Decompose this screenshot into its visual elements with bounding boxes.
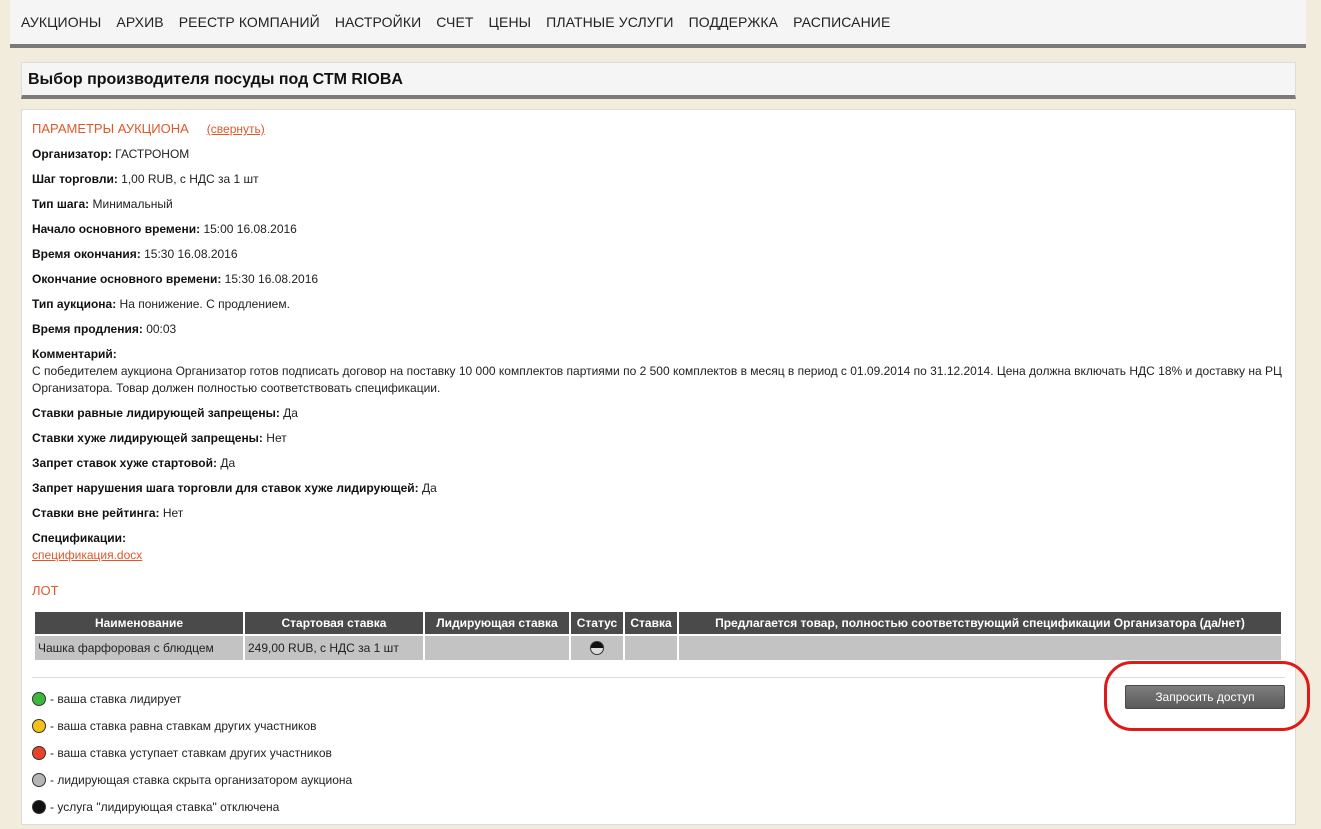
field-label: Начало основного времени:: [32, 222, 201, 236]
nav-archive[interactable]: АРХИВ: [116, 14, 163, 30]
field-step-violation: Запрет нарушения шага торговли для ставо…: [32, 480, 1282, 497]
red-dot-icon: [32, 746, 46, 760]
field-step: Шаг торговли: 1,00 RUB, с НДС за 1 шт: [32, 171, 1282, 188]
params-heading-text: ПАРАМЕТРЫ АУКЦИОНА: [32, 121, 189, 136]
field-label: Окончание основного времени:: [32, 272, 222, 286]
legend-item-leading: - ваша ставка лидирует: [32, 692, 181, 706]
field-value: Нет: [162, 506, 184, 520]
field-value: Да: [283, 406, 298, 420]
spec-file-link[interactable]: спецификация.docx: [32, 548, 142, 562]
legend-text: - ваша ставка уступает ставкам других уч…: [50, 746, 332, 760]
nav-settings[interactable]: НАСТРОЙКИ: [335, 14, 421, 30]
field-value: ГАСТРОНОМ: [115, 147, 190, 161]
legend-item-equal: - ваша ставка равна ставкам других участ…: [32, 719, 317, 733]
field-organizer: Организатор: ГАСТРОНОМ: [32, 146, 1282, 163]
legend-text: - лидирующая ставка скрыта организатором…: [50, 773, 353, 787]
field-value: Да: [220, 456, 236, 470]
cell-name: Чашка фарфоровая с блюдцем: [35, 636, 243, 660]
legend-item-disabled: - услуга "лидирующая ставка" отключена: [32, 800, 279, 814]
field-value: 15:30 16.08.2016: [144, 247, 238, 261]
yellow-dot-icon: [32, 719, 46, 733]
lot-heading: ЛОТ: [32, 583, 59, 598]
cell-leading-bid: [425, 636, 569, 660]
grey-dot-icon: [32, 773, 46, 787]
green-dot-icon: [32, 692, 46, 706]
field-value: Да: [421, 481, 437, 495]
field-label: Время окончания:: [32, 247, 141, 261]
nav-support[interactable]: ПОДДЕРЖКА: [689, 14, 778, 30]
field-label: Организатор:: [32, 147, 112, 161]
field-value: 15:00 16.08.2016: [203, 222, 297, 236]
field-label: Тип аукциона:: [32, 297, 117, 311]
field-label: Время продления:: [32, 322, 143, 336]
col-status: Статус: [571, 612, 623, 634]
field-step-type: Тип шага: Минимальный: [32, 196, 1282, 213]
field-equal-forbidden: Ставки равные лидирующей запрещены: Да: [32, 405, 1282, 422]
field-label: Комментарий:: [32, 347, 117, 361]
field-value: 1,00 RUB, с НДС за 1 шт: [121, 172, 259, 186]
field-value: Нет: [266, 431, 287, 445]
col-leading-bid: Лидирующая ставка: [425, 612, 569, 634]
black-dot-icon: [32, 800, 46, 814]
field-label: Спецификации:: [32, 531, 127, 545]
field-main-start: Начало основного времени: 15:00 16.08.20…: [32, 221, 1282, 238]
col-start-bid: Стартовая ставка: [245, 612, 423, 634]
legend-text: - услуга "лидирующая ставка" отключена: [50, 800, 280, 814]
cell-compliance: [679, 636, 1281, 660]
field-label: Ставки хуже лидирующей запрещены:: [32, 431, 263, 445]
field-label: Тип шага:: [32, 197, 90, 211]
field-comment: Комментарий: С победителем аукциона Орга…: [32, 346, 1282, 397]
field-worse-start-forbidden: Запрет ставок хуже стартовой: Да: [32, 455, 1282, 472]
field-label: Шаг торговли:: [32, 172, 118, 186]
cell-bid: [625, 636, 677, 660]
nav-paid-services[interactable]: ПЛАТНЫЕ УСЛУГИ: [546, 14, 673, 30]
field-end-time: Время окончания: 15:30 16.08.2016: [32, 246, 1282, 263]
comment-text: С победителем аукциона Организатор готов…: [32, 364, 1282, 395]
field-value: 00:03: [146, 322, 177, 336]
nav-schedule[interactable]: РАСПИСАНИЕ: [793, 14, 890, 30]
legend-text: - ваша ставка лидирует: [50, 692, 182, 706]
lot-table: Наименование Стартовая ставка Лидирующая…: [33, 610, 1283, 662]
field-off-rating: Ставки вне рейтинга: Нет: [32, 505, 1282, 522]
field-main-end: Окончание основного времени: 15:30 16.08…: [32, 271, 1282, 288]
status-dot-icon: [590, 641, 604, 656]
field-value: 15:30 16.08.2016: [224, 272, 319, 286]
auction-panel: ПАРАМЕТРЫ АУКЦИОНА (свернуть) Организатор…: [21, 109, 1296, 825]
cell-start-bid: 249,00 RUB, с НДС за 1 шт: [245, 636, 423, 660]
field-label: Ставки вне рейтинга:: [32, 506, 160, 520]
top-navigation: АУКЦИОНЫ АРХИВ РЕЕСТР КОМПАНИЙ НАСТРОЙКИ…: [10, 0, 1306, 48]
nav-prices[interactable]: ЦЕНЫ: [489, 14, 532, 30]
legend-text: - ваша ставка равна ставкам других участ…: [50, 719, 317, 733]
field-auction-type: Тип аукциона: На понижение. С продлением…: [32, 296, 1282, 313]
table-row: Чашка фарфоровая с блюдцем 249,00 RUB, с…: [35, 636, 1281, 660]
table-header-row: Наименование Стартовая ставка Лидирующая…: [35, 612, 1281, 634]
request-access-button[interactable]: Запросить доступ: [1125, 685, 1285, 709]
col-bid: Ставка: [625, 612, 677, 634]
field-extension: Время продления: 00:03: [32, 321, 1282, 338]
nav-account[interactable]: СЧЕТ: [436, 14, 473, 30]
field-label: Запрет ставок хуже стартовой:: [32, 456, 217, 470]
field-value: На понижение. С продлением.: [119, 297, 290, 311]
legend-item-hidden: - лидирующая ставка скрыта организатором…: [32, 773, 352, 787]
field-specs: Спецификации: спецификация.docx: [32, 530, 1282, 564]
cell-status: [571, 636, 623, 660]
field-label: Ставки равные лидирующей запрещены:: [32, 406, 280, 420]
nav-company-registry[interactable]: РЕЕСТР КОМПАНИЙ: [179, 14, 320, 30]
nav-auctions[interactable]: АУКЦИОНЫ: [21, 14, 101, 30]
page-title: Выбор производителя посуды под СТМ RIOBA: [28, 71, 403, 88]
collapse-link[interactable]: (свернуть): [207, 122, 265, 136]
page-title-bar: Выбор производителя посуды под СТМ RIOBA: [21, 62, 1296, 99]
col-name: Наименование: [35, 612, 243, 634]
field-label: Запрет нарушения шага торговли для ставо…: [32, 481, 419, 495]
field-value: Минимальный: [92, 197, 173, 211]
params-heading: ПАРАМЕТРЫ АУКЦИОНА (свернуть): [32, 121, 265, 136]
legend-item-losing: - ваша ставка уступает ставкам других уч…: [32, 746, 332, 760]
col-compliance: Предлагается товар, полностью соответств…: [679, 612, 1281, 634]
field-worse-forbidden: Ставки хуже лидирующей запрещены: Нет: [32, 430, 1282, 447]
divider: [32, 677, 1285, 678]
